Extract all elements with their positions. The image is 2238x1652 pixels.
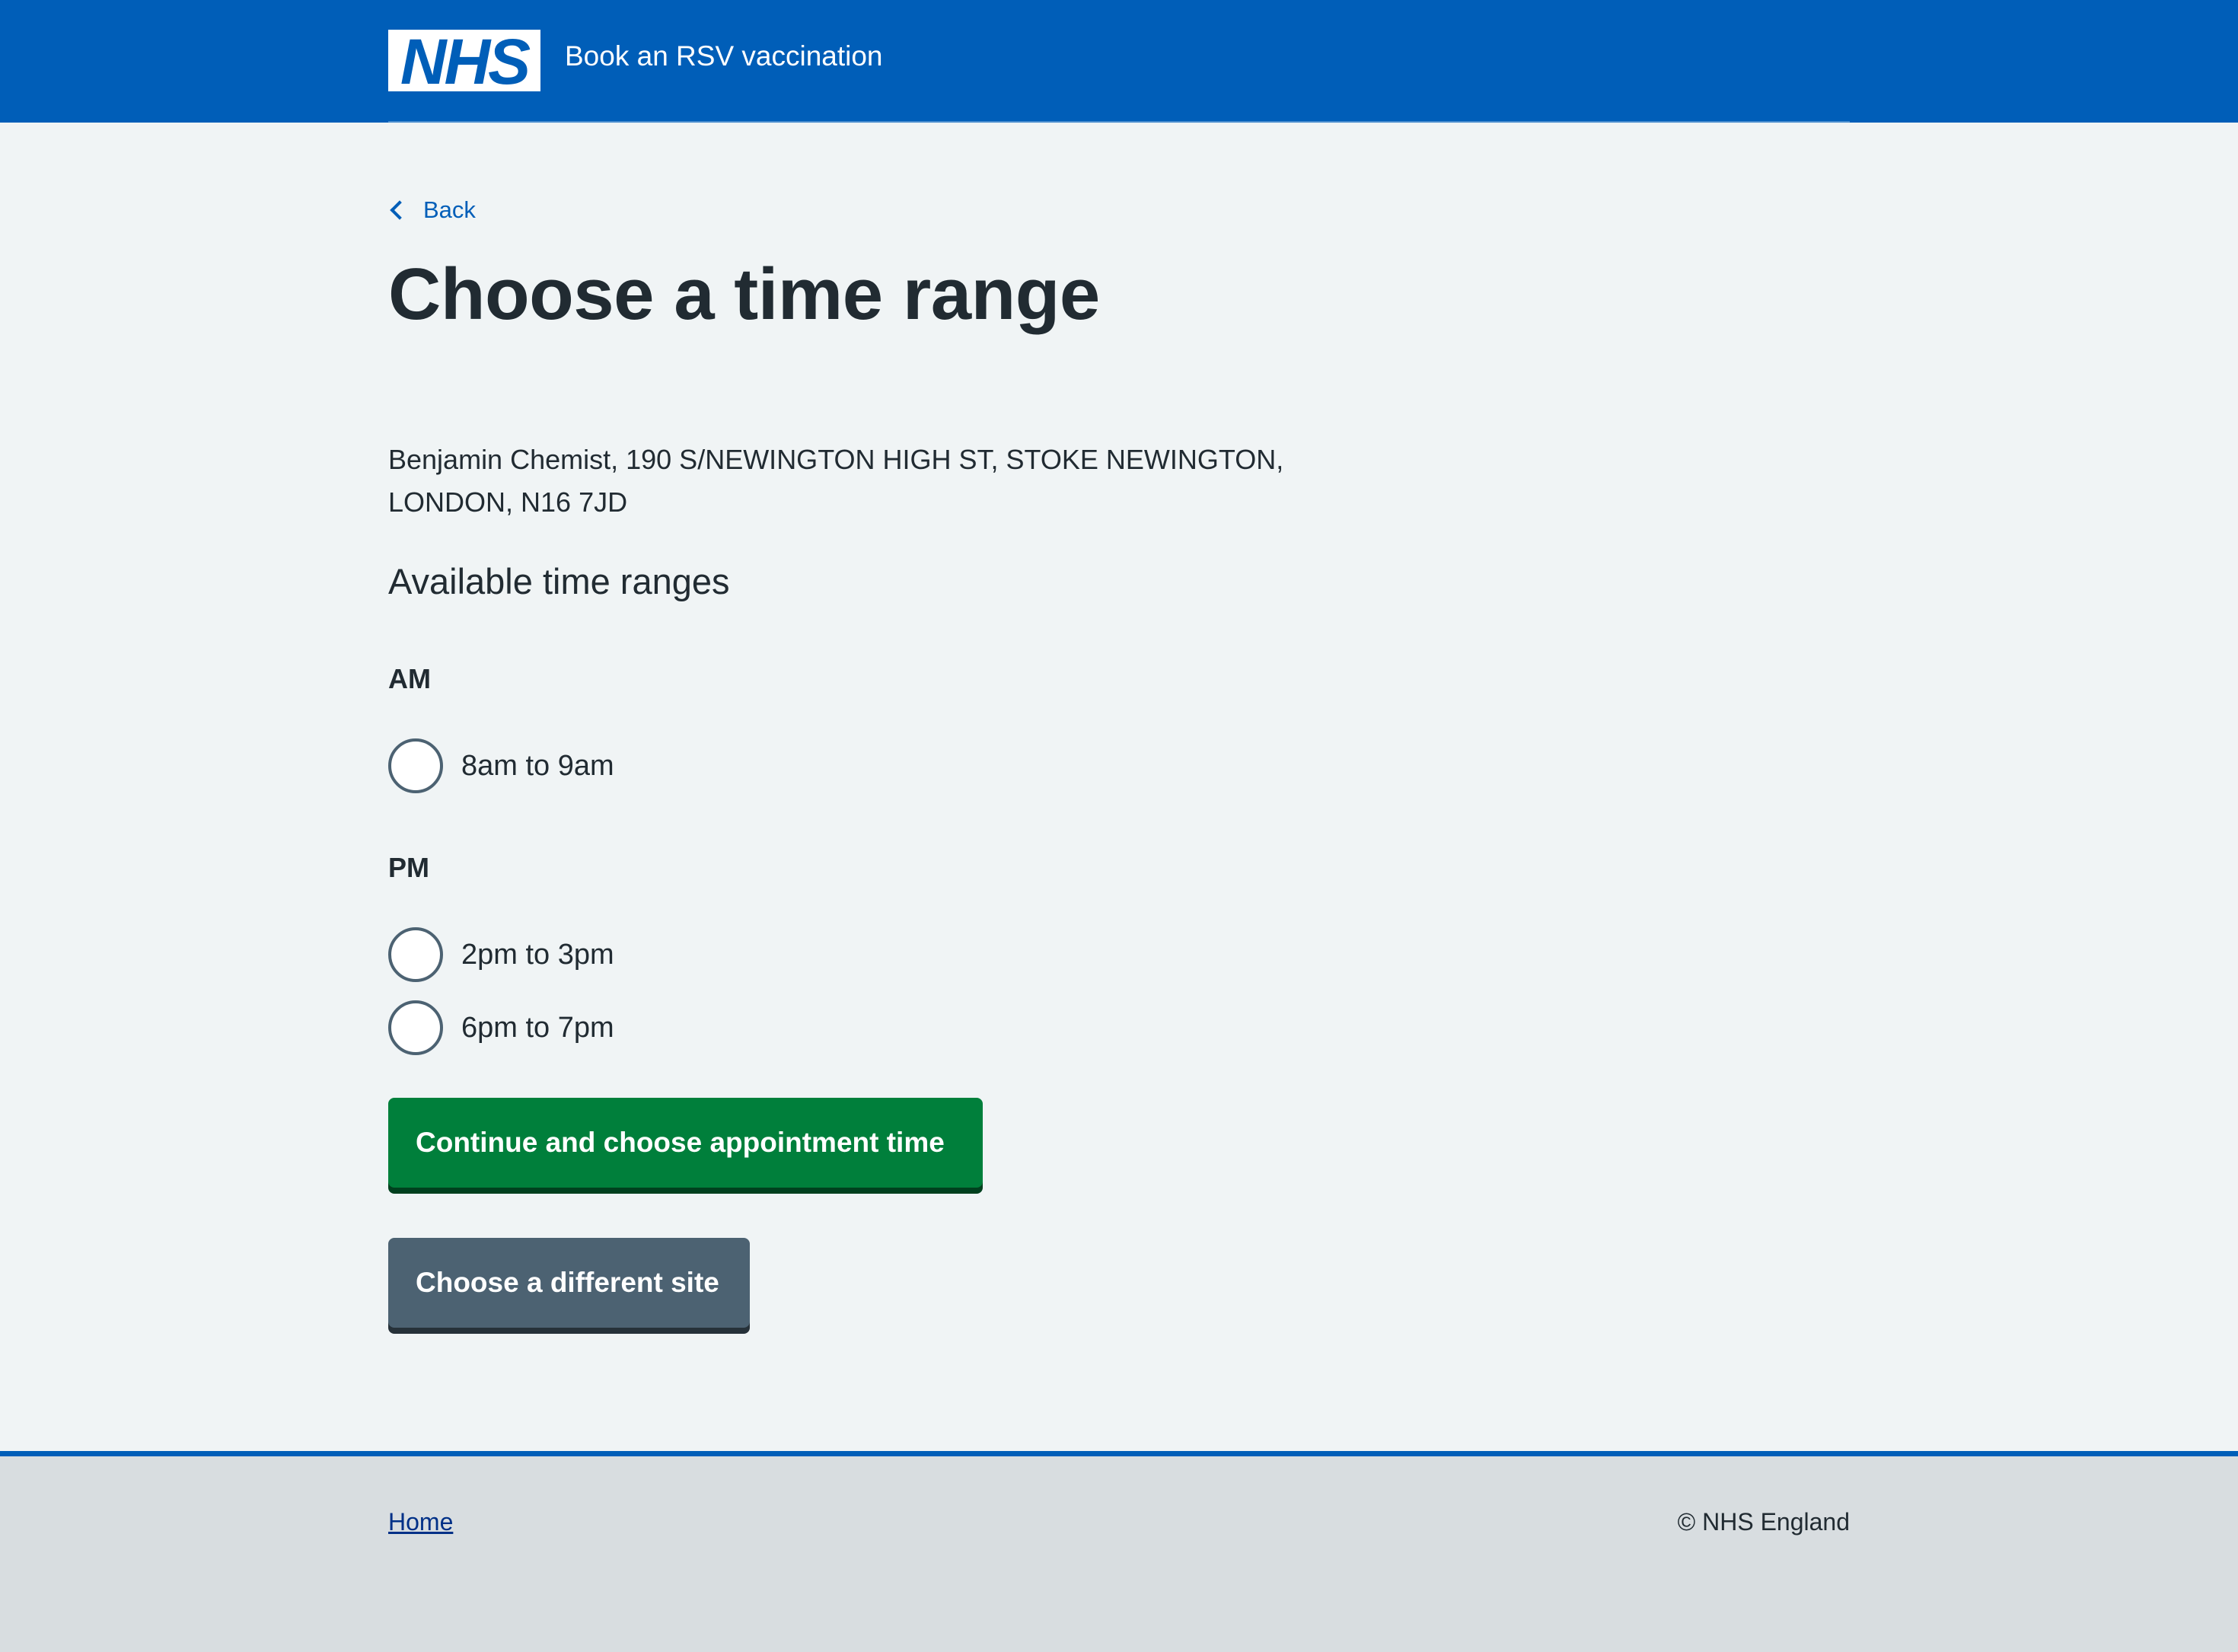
site-header: NHS Book an RSV vaccination bbox=[0, 0, 2238, 123]
page-title: Choose a time range bbox=[388, 254, 1100, 335]
header-divider bbox=[388, 121, 1850, 123]
radio-button[interactable] bbox=[388, 738, 443, 793]
back-link[interactable]: Back bbox=[388, 196, 476, 224]
site-footer bbox=[0, 1451, 2238, 1652]
service-name-link[interactable]: Book an RSV vaccination bbox=[565, 40, 883, 73]
radio-option-2pm-3pm[interactable]: 2pm to 3pm bbox=[388, 927, 614, 982]
radio-option-label: 6pm to 7pm bbox=[461, 1011, 614, 1044]
radio-button[interactable] bbox=[388, 1000, 443, 1055]
continue-button[interactable]: Continue and choose appointment time bbox=[388, 1098, 983, 1188]
nhs-logo-text: NHS bbox=[400, 25, 531, 97]
footer-copyright: © NHS England bbox=[1677, 1508, 1850, 1536]
am-group-label: AM bbox=[388, 663, 431, 694]
radio-option-6pm-7pm[interactable]: 6pm to 7pm bbox=[388, 1000, 614, 1055]
radio-button[interactable] bbox=[388, 927, 443, 982]
radio-option-label: 2pm to 3pm bbox=[461, 938, 614, 971]
chevron-left-icon bbox=[390, 200, 410, 220]
radio-option-8am-9am[interactable]: 8am to 9am bbox=[388, 738, 614, 793]
pm-group-label: PM bbox=[388, 852, 429, 883]
time-ranges-legend: Available time ranges bbox=[388, 561, 730, 601]
footer-home-link[interactable]: Home bbox=[388, 1508, 453, 1536]
nhs-logo[interactable]: NHS bbox=[388, 25, 540, 97]
choose-different-site-button[interactable]: Choose a different site bbox=[388, 1238, 750, 1328]
site-address: Benjamin Chemist, 190 S/NEWINGTON HIGH S… bbox=[388, 444, 1284, 518]
radio-option-label: 8am to 9am bbox=[461, 749, 614, 782]
back-link-label: Back bbox=[423, 196, 476, 223]
